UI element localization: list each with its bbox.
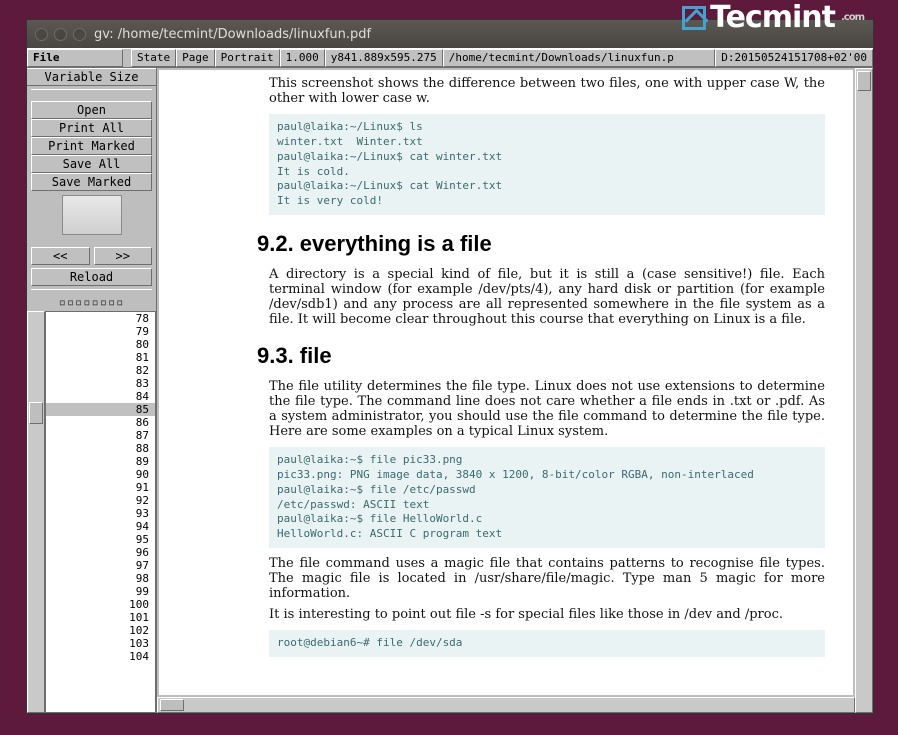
logo-icon [682, 6, 706, 30]
page-list-item[interactable]: 96 [46, 546, 155, 559]
maximize-icon[interactable] [73, 28, 86, 41]
save-marked-button[interactable]: Save Marked [31, 173, 152, 191]
page-button[interactable]: Page [176, 49, 215, 67]
page-list-item[interactable]: 81 [46, 351, 155, 364]
file-menu[interactable]: File [27, 49, 123, 67]
code-block: paul@laika:~/Linux$ ls winter.txt Winter… [269, 114, 825, 215]
sidebar: Variable Size Open Print All Print Marke… [27, 68, 157, 713]
page-list-item[interactable]: 102 [46, 624, 155, 637]
mark-strip[interactable]: ▫▫▫▫▫▫▫▫ [27, 293, 156, 311]
thumbnail[interactable] [62, 195, 122, 235]
document-pane: This screenshot shows the difference bet… [157, 68, 873, 713]
page-list-item[interactable]: 92 [46, 494, 155, 507]
scale-button[interactable]: Variable Size [27, 68, 156, 86]
zoom-button[interactable]: 1.000 [280, 49, 325, 67]
page-list-item[interactable]: 98 [46, 572, 155, 585]
doc-text: This screenshot shows the difference bet… [269, 76, 825, 106]
page-list-item[interactable]: 90 [46, 468, 155, 481]
minimize-icon[interactable] [54, 28, 67, 41]
bbox-field[interactable]: y841.889x595.275 [325, 49, 443, 67]
page-list-item[interactable]: 82 [46, 364, 155, 377]
heading-9-2: 9.2. everything is a file [257, 231, 825, 257]
vertical-scrollbar[interactable] [855, 68, 873, 713]
page-list-item[interactable]: 94 [46, 520, 155, 533]
watermark: Tecmint .com [682, 0, 864, 35]
brand-suffix: .com [841, 12, 864, 23]
page-list-item[interactable]: 86 [46, 416, 155, 429]
date-field[interactable]: D:20150524151708+02'00 [715, 49, 873, 67]
page-list-item[interactable]: 97 [46, 559, 155, 572]
print-marked-button[interactable]: Print Marked [31, 137, 152, 155]
toolbar: File State Page Portrait 1.000 y841.889x… [27, 48, 873, 68]
doc-text: The file utility determines the file typ… [269, 379, 825, 439]
page-list-item[interactable]: 83 [46, 377, 155, 390]
save-all-button[interactable]: Save All [31, 155, 152, 173]
page-list-item[interactable]: 88 [46, 442, 155, 455]
page-list-item[interactable]: 80 [46, 338, 155, 351]
doc-text: It is interesting to point out file -s f… [269, 607, 825, 622]
open-button[interactable]: Open [31, 101, 152, 119]
path-field[interactable]: /home/tecmint/Downloads/linuxfun.p [443, 49, 716, 67]
horizontal-scrollbar[interactable] [157, 697, 855, 713]
page-list-item[interactable]: 89 [46, 455, 155, 468]
document-page[interactable]: This screenshot shows the difference bet… [159, 70, 853, 695]
state-button[interactable]: State [131, 49, 176, 67]
doc-text: A directory is a special kind of file, b… [269, 267, 825, 327]
page-list-item[interactable]: 79 [46, 325, 155, 338]
next-page-button[interactable]: >> [94, 247, 153, 265]
code-block: paul@laika:~$ file pic33.png pic33.png: … [269, 447, 825, 548]
reload-button[interactable]: Reload [31, 268, 152, 286]
close-icon[interactable] [35, 28, 48, 41]
code-block: root@debian6~# file /dev/sda [269, 630, 825, 657]
page-list-item[interactable]: 91 [46, 481, 155, 494]
window-controls [35, 28, 86, 41]
page-list-item[interactable]: 85 [46, 403, 155, 416]
page-list-item[interactable]: 87 [46, 429, 155, 442]
page-list-item[interactable]: 84 [46, 390, 155, 403]
page-list-item[interactable]: 100 [46, 598, 155, 611]
brand: Tecmint [710, 0, 835, 35]
page-list-item[interactable]: 95 [46, 533, 155, 546]
window-title: gv: /home/tecmint/Downloads/linuxfun.pdf [94, 27, 371, 42]
prev-page-button[interactable]: << [31, 247, 90, 265]
page-list[interactable]: 7879808182838485868788899091929394959697… [45, 311, 156, 713]
page-list-item[interactable]: 101 [46, 611, 155, 624]
print-all-button[interactable]: Print All [31, 119, 152, 137]
page-list-item[interactable]: 93 [46, 507, 155, 520]
page-list-item[interactable]: 104 [46, 650, 155, 663]
page-list-item[interactable]: 103 [46, 637, 155, 650]
doc-text: The file command uses a magic file that … [269, 556, 825, 601]
pagelist-scrollbar[interactable] [27, 311, 45, 713]
page-list-item[interactable]: 99 [46, 585, 155, 598]
app-window: gv: /home/tecmint/Downloads/linuxfun.pdf… [26, 19, 874, 714]
orientation-button[interactable]: Portrait [215, 49, 280, 67]
page-list-item[interactable]: 78 [46, 312, 155, 325]
heading-9-3: 9.3. file [257, 343, 825, 369]
